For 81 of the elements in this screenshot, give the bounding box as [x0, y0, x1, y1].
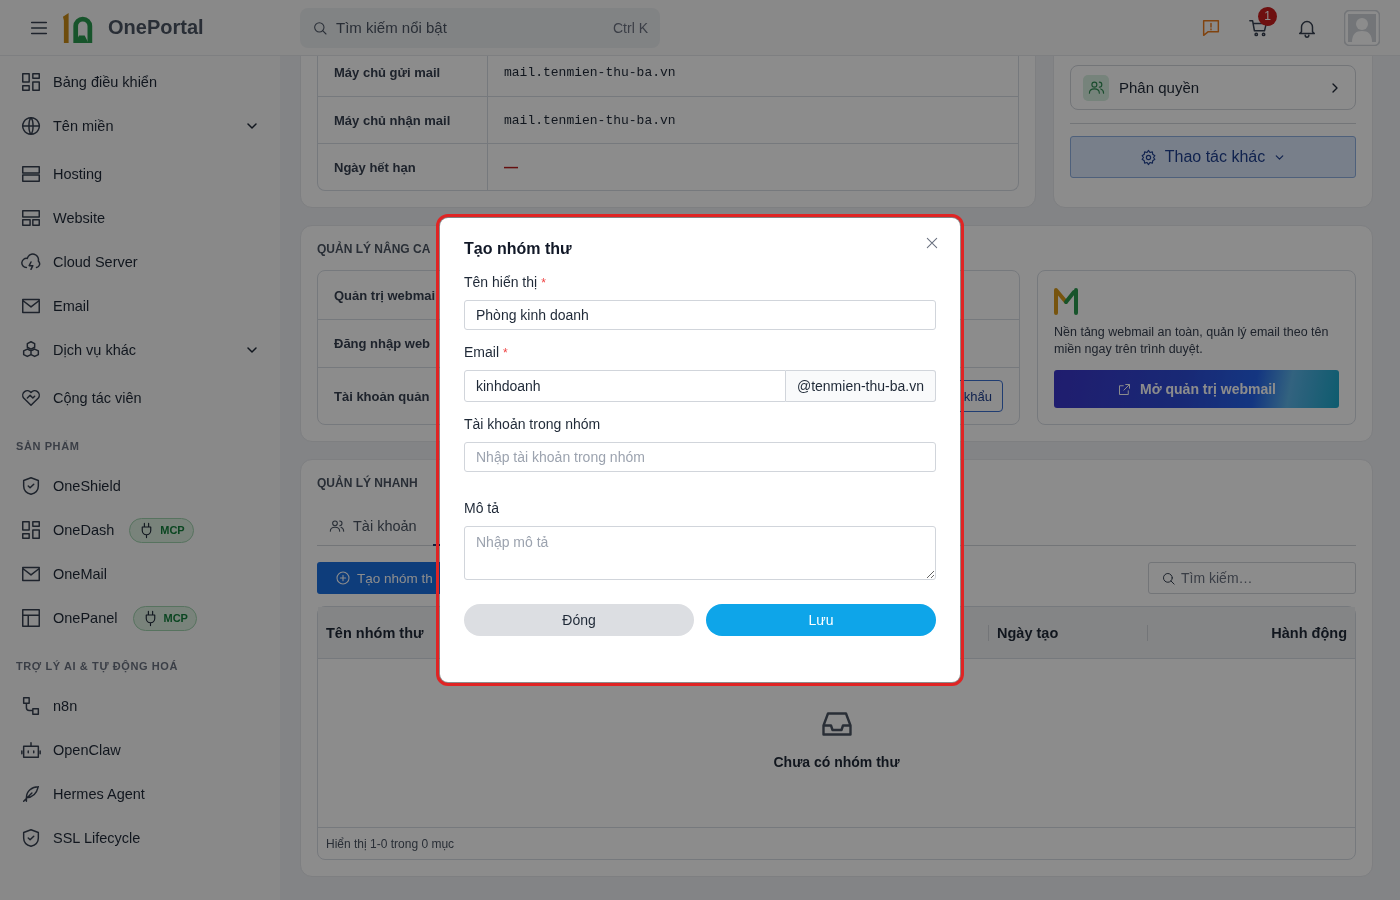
input-field[interactable]: Phòng kinh doanh [464, 300, 936, 330]
table-cell-text: mail.tenmien-thu-ba.vn [503, 111, 677, 130]
more-actions-button[interactable]: Thao tác khác [1070, 136, 1356, 178]
row-label: Đăng nhập web [334, 336, 431, 351]
sidebar-item[interactable]: OnePanel MCP [0, 596, 280, 640]
field-label: Email [464, 344, 499, 360]
sidebar-item[interactable]: Dịch vụ khác [0, 328, 280, 372]
table-cell: Máy chủ gửi mail [318, 56, 488, 96]
panel-icon [20, 607, 42, 629]
table-cell: Ngày hết hạn [318, 144, 488, 190]
column-header: Ngày tạo [988, 624, 1147, 641]
empty-state-text: Chưa có nhóm thư [773, 754, 900, 770]
sidebar-item[interactable]: Website [0, 196, 280, 240]
sidebar-item[interactable]: Email [0, 284, 280, 328]
grid-icon [20, 71, 42, 93]
domain-suffix: @tenmien-thu-ba.vn [785, 370, 936, 402]
sidebar-item[interactable]: Bảng điều khiển [0, 60, 280, 104]
column-header: Hành động [1147, 624, 1347, 641]
shield-icon [20, 475, 42, 497]
plus-circle-icon [335, 570, 351, 586]
sidebar-item[interactable]: Hermes Agent [0, 772, 280, 816]
external-link-icon [1117, 381, 1132, 397]
robot-icon [20, 739, 42, 761]
search-icon [312, 19, 328, 36]
sidebar-item[interactable]: SSL Lifecycle [0, 816, 280, 860]
permission-button[interactable]: Phân quyền [1070, 65, 1356, 110]
heart-icon [20, 387, 42, 409]
sidebar-item[interactable]: OneShield [0, 464, 280, 508]
close-button[interactable]: Đóng [464, 604, 694, 636]
email-field[interactable]: kinhdoanh [464, 370, 786, 402]
users-icon [1087, 79, 1105, 96]
layout-icon [20, 207, 42, 229]
required-mark: * [541, 276, 546, 290]
section-heading: TRỢ LÝ AI & TỰ ĐỘNG HOÁ [15, 659, 180, 675]
users-icon [329, 517, 345, 534]
sidebar-item[interactable]: Hosting [0, 152, 280, 196]
nodes-icon [20, 695, 42, 717]
field-label: Mô tả [464, 500, 499, 516]
row-label: Quản trị webmai [334, 287, 436, 303]
tab[interactable]: Tài khoản [317, 506, 429, 545]
grid-icon [20, 519, 42, 541]
table-cell: Máy chủ nhận mail [318, 97, 488, 143]
row-label: Tài khoản quản [334, 388, 430, 404]
save-button[interactable]: Lưu [706, 604, 936, 636]
sidebar-item[interactable]: OneMail [0, 552, 280, 596]
settings-icon [1139, 148, 1157, 166]
sidebar-item[interactable]: OpenClaw [0, 728, 280, 772]
section-title: QUẢN LÝ NÂNG CA [317, 242, 431, 256]
sidebar-item[interactable]: n8n [0, 684, 280, 728]
field-label: Tài khoản trong nhóm [464, 416, 601, 432]
open-webmail-button[interactable]: Mở quản trị webmail [1054, 370, 1339, 408]
badge-label: MCP [160, 524, 185, 536]
feather-icon [20, 783, 42, 805]
search-icon [1161, 570, 1176, 586]
webmail-description: Nền tảng webmail an toàn, quản lý email theo tên miền ngay trên trình duyệt. [1054, 324, 1330, 358]
column-header: Tên nhóm thư [326, 624, 425, 641]
search-field[interactable]: Tìm kiếm nổi bật Ctrl K [300, 7, 660, 48]
table-cell-text: mail.tenmien-thu-ba.vn [503, 64, 677, 82]
brand-name: OnePortal [108, 16, 204, 39]
description-field[interactable]: Nhập mô tả [464, 526, 936, 580]
shield-icon [20, 827, 42, 849]
pagination-summary: Hiển thị 1-0 trong 0 mục [326, 836, 455, 851]
search-field[interactable]: Tìm kiếm… [1148, 562, 1356, 594]
globe-icon [20, 115, 42, 137]
sidebar-item[interactable]: Tên miền [0, 104, 280, 148]
field-label: Tên hiển thị [464, 274, 538, 290]
dialog-title: Tạo nhóm thư [464, 240, 572, 258]
section-heading: SẢN PHẨM [15, 439, 81, 454]
sidebar-item[interactable]: Cộng tác viên [0, 376, 280, 420]
table-cell-text: — [503, 158, 519, 177]
section-title: QUẢN LÝ NHANH [317, 476, 418, 490]
shortcut-hint: Ctrl K [613, 19, 648, 36]
close-icon[interactable] [924, 235, 940, 251]
server-icon [20, 163, 42, 185]
input-field[interactable]: Nhập tài khoản trong nhóm [464, 442, 936, 472]
sidebar-item[interactable]: OneDash MCP [0, 508, 280, 552]
required-mark: * [503, 346, 508, 360]
cloud-icon [20, 251, 42, 273]
cart-count-badge: 1 [1258, 6, 1277, 26]
badge-label: MCP [163, 612, 188, 624]
sidebar-item[interactable]: Cloud Server [0, 240, 280, 284]
